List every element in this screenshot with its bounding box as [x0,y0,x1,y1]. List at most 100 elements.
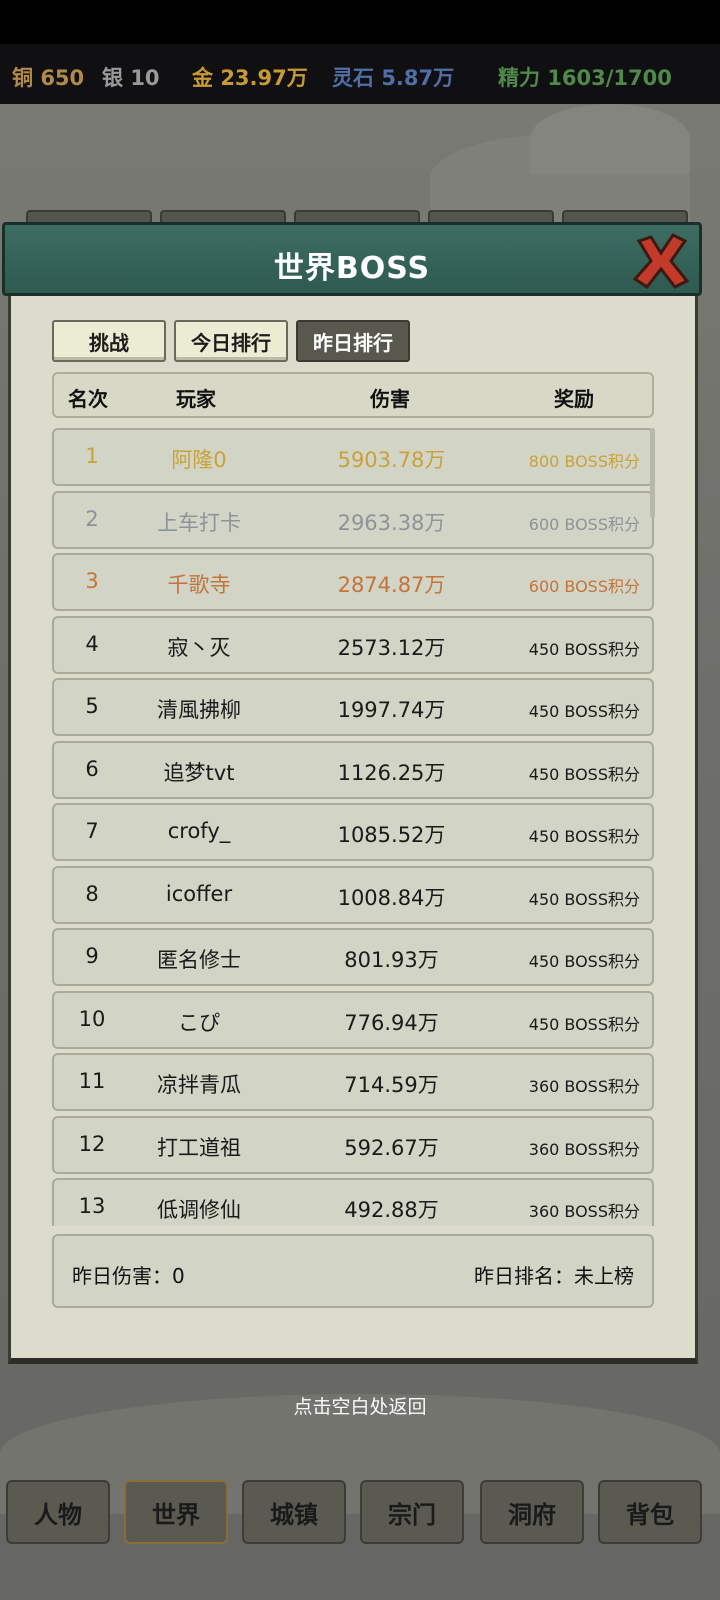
damage-cell: 776.94万 [344,1010,439,1035]
player-cell: 匿名修士 [157,948,241,972]
column-reward: 奖励 [554,387,594,411]
player-cell: 低调修仙 [157,1198,241,1222]
energy-resource: 精力 1603/1700 [498,62,672,92]
reward-cell: 600 BOSS积分 [528,577,640,596]
ranking-row[interactable]: 9 匿名修士 801.93万 450 BOSS积分 [52,928,654,986]
reward-cell: 450 BOSS积分 [528,702,640,721]
copper-label: 铜 [12,66,33,90]
ranking-row[interactable]: 4 寂丶灭 2573.12万 450 BOSS积分 [52,615,654,674]
damage-cell: 714.59万 [344,1073,439,1097]
gold-label: 金 [192,66,213,90]
player-cell: 打工道祖 [157,1135,241,1160]
damage-cell: 1126.25万 [337,760,446,785]
rank-cell: 7 [85,819,99,843]
spirit-stone-value: 5.87万 [381,66,455,90]
ranking-row[interactable]: 1 阿隆0 5903.78万 800 BOSS积分 [52,428,654,486]
reward-cell: 360 BOSS积分 [528,1077,640,1096]
damage-cell: 2573.12万 [337,635,446,660]
dialog-header: 世界BOSS [2,222,702,296]
damage-cell: 592.67万 [344,1135,439,1160]
player-cell: 清風拂柳 [157,698,241,722]
player-cell: 寂丶灭 [167,635,231,660]
resource-bar: 铜 650 银 10 金 23.97万 灵石 5.87万 精力 1603/170… [0,44,720,104]
yesterday-summary: 昨日伤害：0 昨日排名：未上榜 [52,1234,654,1308]
energy-label: 精力 [498,66,540,90]
close-button[interactable] [629,229,693,293]
yesterday-rank: 昨日排名：未上榜 [474,1264,634,1288]
copper-value: 650 [40,66,85,90]
damage-cell: 801.93万 [344,948,439,972]
damage-cell: 5903.78万 [337,448,446,472]
tab-challenge[interactable]: 挑战 [52,320,166,362]
rank-cell: 13 [78,1194,106,1218]
rank-cell: 1 [85,444,99,468]
column-damage: 伤害 [370,387,410,411]
ranking-row[interactable]: 6 追梦tvt 1126.25万 450 BOSS积分 [52,740,654,799]
silver-value: 10 [130,66,160,90]
yesterday-damage: 昨日伤害：0 [72,1264,185,1288]
gold-value: 23.97万 [220,66,308,90]
reward-cell: 450 BOSS积分 [528,952,640,971]
nav-button[interactable]: 宗门 [360,1480,464,1544]
damage-cell: 1997.74万 [337,698,446,722]
status-bar [0,0,720,44]
rank-cell: 3 [85,569,99,593]
ranking-list[interactable]: 1 阿隆0 5903.78万 800 BOSS积分 2 上车打卡 2963.38万 600 B… [50,424,660,1226]
ranking-row[interactable]: 5 清風拂柳 1997.74万 450 BOSS积分 [52,678,654,736]
ranking-row[interactable]: 11 凉拌青瓜 714.59万 360 BOSS积分 [52,1053,654,1111]
spirit-stone-resource: 灵石 5.87万 [332,62,454,92]
rank-cell: 12 [78,1131,106,1156]
player-cell: 上车打卡 [157,510,241,535]
reward-cell: 450 BOSS积分 [528,639,640,659]
ranking-row[interactable]: 12 打工道祖 592.67万 360 BOSS积分 [52,1115,654,1174]
rank-cell: 2 [85,506,99,531]
tab-yesterday-ranking[interactable]: 昨日排行 [296,320,410,362]
silver-resource: 银 10 [102,62,160,92]
ranking-row[interactable]: 10 こぴ 776.94万 450 BOSS积分 [52,990,654,1049]
silver-label: 银 [102,66,123,90]
reward-cell: 450 BOSS积分 [528,1014,640,1034]
nav-button[interactable]: 世界 [124,1480,228,1544]
reward-cell: 360 BOSS积分 [528,1139,640,1159]
copper-resource: 铜 650 [12,62,84,92]
rank-cell: 8 [85,881,99,906]
scrollbar[interactable] [650,428,655,518]
reward-cell: 360 BOSS积分 [528,1202,640,1221]
player-cell: 千歌寺 [167,573,231,597]
rank-cell: 10 [78,1006,106,1031]
player-cell: 阿隆0 [171,448,227,472]
ranking-row[interactable]: 3 千歌寺 2874.87万 600 BOSS积分 [52,553,654,611]
ranking-row[interactable]: 7 crofy_ 1085.52万 450 BOSS积分 [52,803,654,861]
player-cell: crofy_ [167,819,231,843]
bottom-nav: 人物 世界 城镇 宗门 洞府 背包 [0,1480,720,1550]
reward-cell: 450 BOSS积分 [528,889,640,909]
tab-today-ranking[interactable]: 今日排行 [174,320,288,362]
player-cell: icoffer [165,881,233,906]
close-icon [632,233,690,290]
rank-cell: 4 [85,631,99,656]
ranking-row[interactable]: 13 低调修仙 492.88万 360 BOSS积分 [52,1178,654,1226]
rank-cell: 5 [85,694,99,718]
gold-resource: 金 23.97万 [192,62,308,92]
nav-button[interactable]: 洞府 [480,1480,584,1544]
tap-to-return-hint: 点击空白处返回 [293,1396,427,1418]
damage-cell: 492.88万 [344,1198,439,1222]
nav-button[interactable]: 人物 [6,1480,110,1544]
rank-cell: 9 [85,944,99,968]
player-cell: こぴ [178,1010,220,1035]
reward-cell: 600 BOSS积分 [528,514,640,534]
nav-button[interactable]: 城镇 [242,1480,346,1544]
column-rank: 名次 [68,387,108,411]
nav-button[interactable]: 背包 [598,1480,702,1544]
damage-cell: 1085.52万 [337,823,446,847]
ranking-row[interactable]: 8 icoffer 1008.84万 450 BOSS积分 [52,865,654,924]
ranking-row[interactable]: 2 上车打卡 2963.38万 600 BOSS积分 [52,490,654,549]
ranking-table-header: 名次 玩家 伤害 奖励 [52,372,654,418]
player-cell: 凉拌青瓜 [157,1073,241,1097]
rank-cell: 6 [85,756,99,781]
mountain-decoration [530,104,690,174]
rank-cell: 11 [78,1069,106,1093]
dialog-title: 世界BOSS [273,251,431,286]
energy-value: 1603/1700 [547,66,672,90]
damage-cell: 1008.84万 [337,885,446,910]
